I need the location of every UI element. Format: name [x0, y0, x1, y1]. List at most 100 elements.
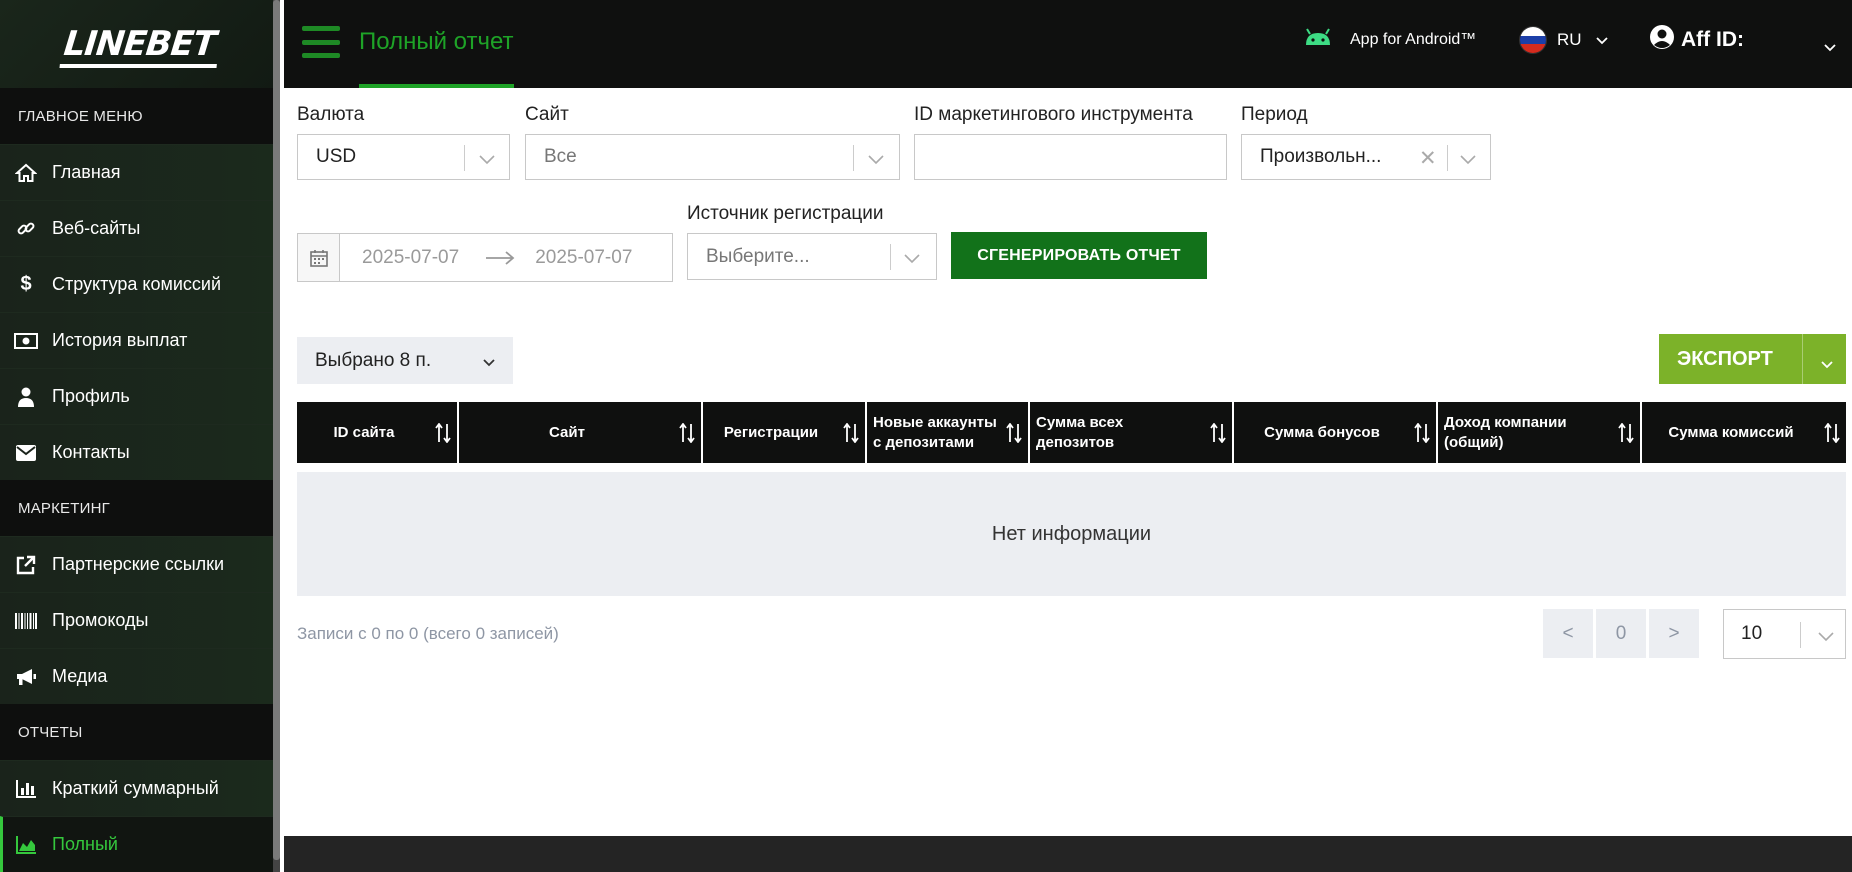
column-company-revenue[interactable]: Доход компании (общий)	[1438, 402, 1642, 463]
sidebar-item-label: История выплат	[52, 330, 188, 350]
page-footer	[284, 836, 1852, 872]
dollar-icon: $	[20, 273, 32, 295]
columns-selector[interactable]: Выбрано 8 п.	[297, 337, 513, 384]
language-selector[interactable]: RU	[1519, 26, 1608, 54]
sidebar-item-profile[interactable]: Профиль	[0, 368, 280, 424]
period-value: Произвольн...	[1260, 146, 1382, 167]
arrow-right-icon	[485, 250, 515, 265]
pagination: < 0 >	[1543, 609, 1702, 658]
chevron-down-icon	[1824, 34, 1836, 58]
column-site[interactable]: Сайт	[459, 402, 703, 463]
sidebar-item-media[interactable]: Медиа	[0, 648, 280, 704]
sidebar-item-label: Краткий суммарный	[52, 778, 219, 798]
calendar-icon	[298, 234, 340, 281]
sidebar: LINEBET ГЛАВНОЕ МЕНЮ Главная Веб-сайты $…	[0, 0, 280, 872]
page-size-select[interactable]: 10	[1723, 609, 1846, 659]
sidebar-item-promocodes[interactable]: Промокоды	[0, 592, 280, 648]
sidebar-item-label: Партнерские ссылки	[52, 554, 225, 574]
user-circle-icon	[1649, 24, 1675, 56]
page-size-value: 10	[1741, 623, 1763, 644]
android-app-link[interactable]: App for Android™	[1304, 28, 1476, 51]
sidebar-item-contacts[interactable]: Контакты	[0, 424, 280, 480]
column-new-depositing-accounts[interactable]: Новые аккаунты с депозитами	[867, 402, 1030, 463]
marketing-id-label: ID маркетингового инструмента	[914, 104, 1193, 125]
barcode-icon	[14, 609, 38, 633]
logo[interactable]: LINEBET	[0, 0, 280, 88]
chevron-down-icon	[904, 248, 920, 270]
export-label: ЭКСПОРТ	[1677, 347, 1773, 370]
records-info: Записи с 0 по 0 (всего 0 записей)	[297, 624, 559, 643]
link-icon	[14, 217, 38, 241]
affiliate-account-menu[interactable]: Aff ID:	[1649, 24, 1844, 56]
money-icon	[14, 329, 38, 353]
chevron-down-icon	[479, 149, 495, 171]
prev-page-button[interactable]: <	[1543, 609, 1593, 658]
sort-icon	[1618, 422, 1634, 447]
top-header: Полный отчет App for Android™ RU Aff ID:	[284, 0, 1852, 88]
sort-icon	[679, 422, 695, 447]
external-link-icon	[14, 553, 38, 577]
user-icon	[14, 385, 38, 409]
marketing-id-input[interactable]	[914, 134, 1227, 180]
bar-chart-icon	[14, 777, 38, 801]
chevron-down-icon	[1818, 626, 1834, 648]
sort-icon	[435, 422, 451, 447]
sidebar-item-partner-links[interactable]: Партнерские ссылки	[0, 536, 280, 592]
column-total-deposits[interactable]: Сумма всех депозитов	[1030, 402, 1234, 463]
sidebar-item-label: Главная	[52, 162, 121, 182]
sidebar-item-label: Веб-сайты	[52, 218, 141, 238]
currency-value: USD	[316, 146, 357, 167]
sidebar-item-label: Медиа	[52, 666, 108, 686]
chevron-down-icon	[1460, 149, 1476, 171]
clear-icon[interactable]: ✕	[1419, 146, 1437, 171]
column-site-id[interactable]: ID сайта	[297, 402, 459, 463]
sidebar-scrollbar-thumb[interactable]	[273, 0, 280, 860]
date-to[interactable]: 2025-07-07	[535, 247, 632, 269]
page-title: Полный отчет	[359, 0, 514, 88]
section-title-reports: ОТЧЕТЫ	[0, 704, 280, 760]
period-select[interactable]: Произвольн... ✕	[1241, 134, 1491, 180]
megaphone-icon	[14, 665, 38, 689]
currency-select[interactable]: USD	[297, 134, 510, 180]
date-range-picker[interactable]: 2025-07-07 2025-07-07	[297, 233, 673, 282]
column-registrations[interactable]: Регистрации	[703, 402, 867, 463]
sidebar-item-home[interactable]: Главная	[0, 144, 280, 200]
aff-id-label: Aff ID:	[1681, 28, 1744, 51]
sidebar-item-commission-structure[interactable]: $ Структура комиссий	[0, 256, 280, 312]
columns-selected-label: Выбрано 8 п.	[315, 349, 432, 371]
date-from[interactable]: 2025-07-07	[362, 247, 459, 269]
next-page-button[interactable]: >	[1649, 609, 1699, 658]
chevron-down-icon	[1595, 30, 1608, 50]
chevron-down-icon	[868, 149, 884, 171]
site-label: Сайт	[525, 104, 569, 125]
logo-text: LINEBET	[58, 24, 222, 64]
current-page[interactable]: 0	[1596, 609, 1646, 658]
sidebar-item-websites[interactable]: Веб-сайты	[0, 200, 280, 256]
sidebar-item-label: Промокоды	[52, 610, 149, 630]
site-select[interactable]: Все	[525, 134, 900, 180]
generate-report-button[interactable]: СГЕНЕРИРОВАТЬ ОТЧЕТ	[951, 232, 1207, 279]
export-button[interactable]: ЭКСПОРТ	[1659, 334, 1846, 384]
sidebar-scrollbar[interactable]	[273, 0, 280, 872]
sidebar-item-label: Структура комиссий	[52, 274, 222, 294]
sidebar-item-full[interactable]: Полный	[0, 816, 280, 872]
chevron-down-icon	[483, 351, 495, 373]
reg-source-select[interactable]: Выберите...	[687, 233, 937, 280]
section-title-marketing: МАРКЕТИНГ	[0, 480, 280, 536]
sidebar-item-label: Контакты	[52, 442, 130, 462]
home-icon	[14, 161, 38, 185]
sidebar-item-label: Профиль	[52, 386, 130, 406]
sort-icon	[1006, 422, 1022, 447]
period-label: Период	[1241, 104, 1308, 125]
column-bonus-sum[interactable]: Сумма бонусов	[1234, 402, 1438, 463]
sidebar-item-short-summary[interactable]: Краткий суммарный	[0, 760, 280, 816]
sidebar-item-payout-history[interactable]: История выплат	[0, 312, 280, 368]
sidebar-item-label: Полный	[52, 834, 118, 854]
column-commission-sum[interactable]: Сумма комиссий	[1642, 402, 1846, 463]
hamburger-menu-button[interactable]	[302, 26, 340, 58]
section-title-main-menu: ГЛАВНОЕ МЕНЮ	[0, 88, 280, 144]
currency-label: Валюта	[297, 104, 365, 125]
chevron-down-icon[interactable]	[1821, 352, 1833, 375]
android-app-label: App for Android™	[1350, 30, 1477, 48]
sort-icon	[1414, 422, 1430, 447]
